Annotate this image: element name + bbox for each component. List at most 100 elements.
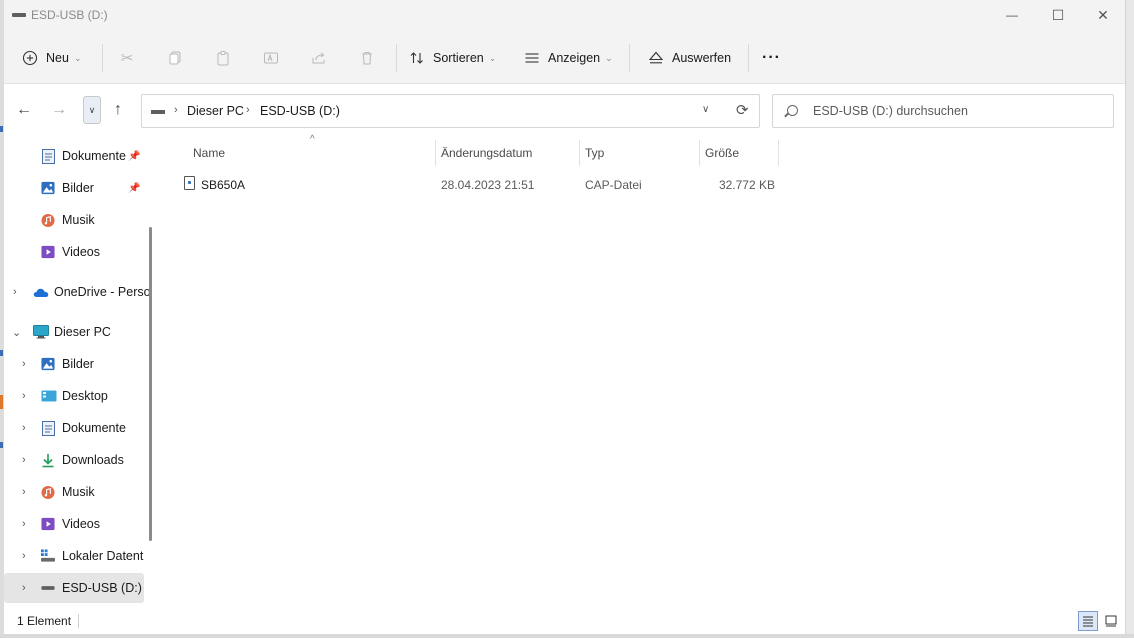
nav-item-musik-pc[interactable]: › Musik <box>4 477 144 507</box>
chevron-right-icon[interactable]: › <box>22 582 26 594</box>
nav-pane-scrollbar[interactable] <box>149 227 152 541</box>
chevron-right-icon[interactable]: › <box>22 550 26 562</box>
pin-icon: 📌 <box>128 182 141 194</box>
forward-button[interactable]: → <box>46 97 72 123</box>
pictures-icon <box>41 357 55 371</box>
copy-button[interactable] <box>162 45 188 71</box>
column-header-size[interactable]: Größe <box>705 146 739 160</box>
column-divider[interactable] <box>435 140 436 166</box>
divider <box>78 614 79 628</box>
search-input[interactable]: ESD-USB (D:) durchsuchen <box>813 104 968 118</box>
nav-item-lokaler-datentraeger[interactable]: › Lokaler Datentr <box>4 541 144 571</box>
onedrive-icon <box>33 285 49 299</box>
arrow-right-icon: → <box>51 101 67 118</box>
details-view-icon <box>1083 616 1093 627</box>
recent-locations-button[interactable]: ∨ <box>83 96 101 124</box>
chevron-right-icon[interactable]: › <box>22 454 26 466</box>
paste-icon <box>217 51 229 66</box>
status-bar: 1 Element <box>4 608 1125 634</box>
column-header-type[interactable]: Typ <box>585 146 604 160</box>
nav-item-bilder[interactable]: Bilder 📌 <box>4 173 144 203</box>
nav-item-label: Lokaler Datentr <box>62 549 144 563</box>
desktop-mark <box>0 395 3 409</box>
view-label: Anzeigen <box>548 51 601 65</box>
title-bar[interactable]: ESD-USB (D:) — ☐ ✕ <box>4 0 1125 30</box>
divider <box>629 44 630 72</box>
rename-button[interactable] <box>258 45 284 71</box>
column-header-name[interactable]: Name <box>193 146 225 160</box>
column-divider[interactable] <box>778 140 779 166</box>
breadcrumb-this-pc[interactable]: Dieser PC <box>187 104 244 118</box>
plus-circle-icon <box>22 50 38 66</box>
music-icon <box>41 213 55 227</box>
close-icon: ✕ <box>1097 6 1109 23</box>
share-button[interactable] <box>306 45 332 71</box>
nav-item-onedrive[interactable]: › OneDrive - Perso <box>4 277 149 307</box>
chevron-right-icon[interactable]: › <box>22 518 26 530</box>
back-button[interactable]: ← <box>11 97 37 123</box>
maximize-button[interactable]: ☐ <box>1035 0 1081 30</box>
sort-button[interactable]: Sortieren ⌄ <box>409 42 496 74</box>
up-button[interactable]: ↑ <box>105 97 131 123</box>
nav-item-dieser-pc[interactable]: ⌄ Dieser PC <box>4 317 144 347</box>
address-dropdown-icon[interactable]: ∨ <box>702 104 709 115</box>
nav-item-videos[interactable]: Videos <box>4 237 144 267</box>
nav-item-downloads[interactable]: › Downloads <box>4 445 144 475</box>
details-view-button[interactable] <box>1078 611 1098 631</box>
breadcrumb-esd-usb[interactable]: ESD-USB (D:) <box>260 104 340 118</box>
chevron-right-icon[interactable]: › <box>22 486 26 498</box>
chevron-down-icon[interactable]: ⌄ <box>12 326 21 339</box>
close-button[interactable]: ✕ <box>1080 0 1126 30</box>
drive-icon <box>151 110 165 114</box>
rename-icon <box>264 52 278 64</box>
cut-button[interactable]: ✂ <box>114 45 140 71</box>
paste-button[interactable] <box>210 45 236 71</box>
address-bar[interactable]: › Dieser PC › ESD-USB (D:) ∨ ⟳ <box>141 94 760 128</box>
file-name[interactable]: SB650A <box>201 178 245 192</box>
file-type: CAP-Datei <box>585 178 642 192</box>
documents-icon <box>41 148 55 164</box>
chevron-down-icon: ⌄ <box>488 52 497 63</box>
minimize-button[interactable]: — <box>989 0 1035 30</box>
new-label: Neu <box>46 51 69 65</box>
usb-drive-icon <box>41 581 55 595</box>
nav-item-label: Bilder <box>62 181 94 195</box>
nav-item-dokumente[interactable]: Dokumente 📌 <box>4 141 144 171</box>
refresh-icon[interactable]: ⟳ <box>736 101 749 119</box>
downloads-icon <box>41 453 55 467</box>
explorer-window: ESD-USB (D:) — ☐ ✕ Neu ⌄ ✂ Sortieren ⌄ A… <box>4 0 1126 634</box>
large-icons-view-button[interactable] <box>1101 611 1121 631</box>
nav-item-label: Bilder <box>62 357 94 371</box>
column-divider[interactable] <box>699 140 700 166</box>
nav-item-dokumente-pc[interactable]: › Dokumente <box>4 413 144 443</box>
column-divider[interactable] <box>579 140 580 166</box>
nav-item-label: Videos <box>62 245 100 259</box>
eject-button[interactable]: Auswerfen <box>648 42 731 74</box>
file-size: 32.772 KB <box>718 178 775 192</box>
videos-icon <box>41 517 55 531</box>
nav-item-videos-pc[interactable]: › Videos <box>4 509 144 539</box>
cut-icon: ✂ <box>120 50 134 67</box>
documents-icon <box>41 420 55 436</box>
more-button[interactable]: ··· <box>762 42 781 74</box>
nav-item-label: OneDrive - Perso <box>54 285 149 299</box>
nav-item-bilder-pc[interactable]: › Bilder <box>4 349 144 379</box>
chevron-right-icon[interactable]: › <box>13 286 17 298</box>
view-button[interactable]: Anzeigen ⌄ <box>524 42 613 74</box>
chevron-right-icon[interactable]: › <box>22 358 26 370</box>
delete-button[interactable] <box>354 45 380 71</box>
nav-item-desktop[interactable]: › Desktop <box>4 381 144 411</box>
search-icon <box>787 105 798 116</box>
nav-item-label: Dokumente <box>62 421 126 435</box>
nav-item-esd-usb[interactable]: › ESD-USB (D:) <box>4 573 144 603</box>
new-button[interactable]: Neu ⌄ <box>22 42 81 74</box>
column-header-modified[interactable]: Änderungsdatum <box>441 146 532 160</box>
chevron-right-icon[interactable]: › <box>22 390 26 402</box>
eject-icon <box>648 51 664 64</box>
chevron-right-icon[interactable]: › <box>22 422 26 434</box>
nav-item-musik[interactable]: Musik <box>4 205 144 235</box>
divider <box>748 44 749 72</box>
breadcrumb-chevron-icon: › <box>246 104 250 116</box>
search-box[interactable]: ESD-USB (D:) durchsuchen <box>772 94 1114 128</box>
desktop-mark <box>0 350 3 356</box>
